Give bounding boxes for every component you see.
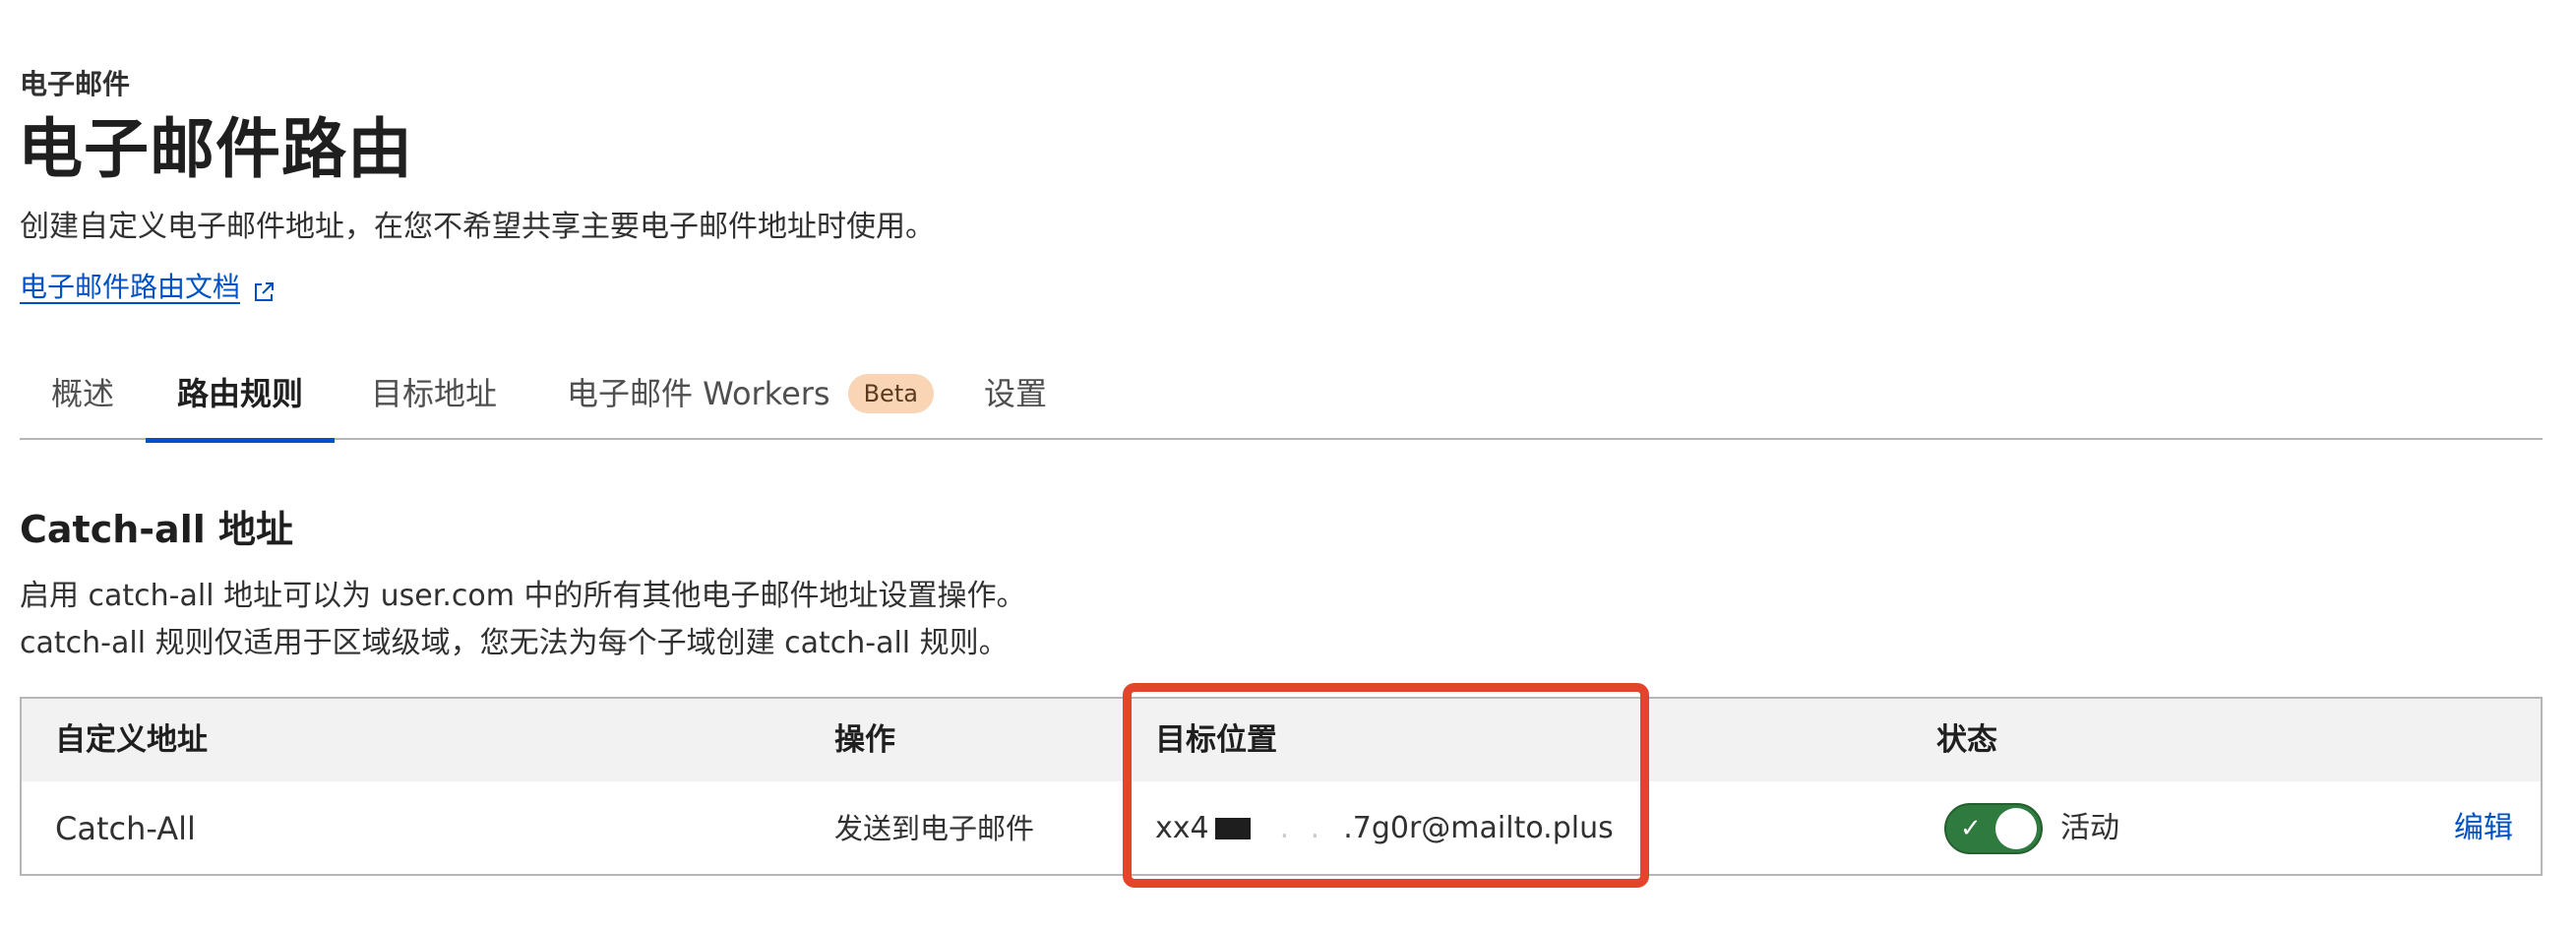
breadcrumb: 电子邮件: [20, 68, 131, 100]
tab-label: 目标地址: [371, 374, 498, 412]
check-icon: ✓: [1960, 814, 1982, 843]
page-description: 创建自定义电子邮件地址，在您不希望共享主要电子邮件地址时使用。: [20, 210, 935, 244]
tab-routing-rules[interactable]: 路由规则: [145, 346, 336, 443]
status-label: 活动: [2060, 811, 2119, 845]
destination-suffix: .7g0r@mailto.plus: [1343, 811, 1614, 845]
tab-email-workers[interactable]: 电子邮件 Workers Beta: [567, 346, 934, 440]
table-header: 自定义地址 操作 目标位置 状态: [22, 699, 2541, 781]
external-link-icon: [252, 276, 276, 301]
page-title: 电子邮件路由: [18, 111, 413, 187]
tab-settings[interactable]: 设置: [984, 346, 1047, 440]
tab-label: 概述: [51, 374, 115, 412]
table-row: Catch-All 发送到电子邮件 xx4 . . .7g0r@mailto.p…: [22, 781, 2541, 876]
tab-destination-addresses[interactable]: 目标地址: [371, 346, 497, 440]
catch-all-table: 自定义地址 操作 目标位置 状态 Catch-All 发送到电子邮件 xx4 .…: [20, 697, 2543, 876]
row-destination: xx4 . . .7g0r@mailto.plus: [1155, 781, 1614, 876]
tab-label: 设置: [984, 374, 1048, 412]
toggle-knob: [1995, 808, 2037, 849]
column-header-custom-address: 自定义地址: [55, 722, 208, 758]
docs-link-label: 电子邮件路由文档: [20, 271, 241, 303]
section-description: 启用 catch-all 地址可以为 user.com 中的所有其他电子邮件地址…: [20, 573, 1025, 667]
tab-bar: 概述 路由规则 目标地址 电子邮件 Workers Beta 设置: [20, 346, 2543, 443]
section-description-line: 启用 catch-all 地址可以为 user.com 中的所有其他电子邮件地址…: [20, 579, 1026, 613]
redaction-mark: [1214, 818, 1251, 839]
beta-badge: Beta: [847, 373, 934, 413]
column-header-action: 操作: [834, 722, 895, 758]
edit-button[interactable]: 编辑: [2454, 781, 2513, 876]
section-description-line: catch-all 规则仅适用于区域级域，您无法为每个子域创建 catch-al…: [20, 626, 1009, 660]
redaction-blur: . .: [1279, 811, 1326, 845]
section-title: Catch-all 地址: [20, 508, 293, 551]
column-header-status: 状态: [1936, 722, 1997, 758]
email-routing-page: 电子邮件 电子邮件路由 创建自定义电子邮件地址，在您不希望共享主要电子邮件地址时…: [0, 0, 2576, 931]
status-toggle[interactable]: ✓: [1944, 803, 2043, 854]
tab-label: 路由规则: [177, 374, 304, 412]
column-header-destination: 目标位置: [1155, 722, 1277, 758]
tab-overview[interactable]: 概述: [51, 346, 114, 440]
row-action: 发送到电子邮件: [834, 812, 1035, 845]
row-custom-address: Catch-All: [55, 810, 196, 847]
tab-label: 电子邮件 Workers: [567, 374, 830, 412]
docs-link[interactable]: 电子邮件路由文档: [20, 268, 276, 307]
destination-prefix: xx4: [1155, 811, 1209, 845]
